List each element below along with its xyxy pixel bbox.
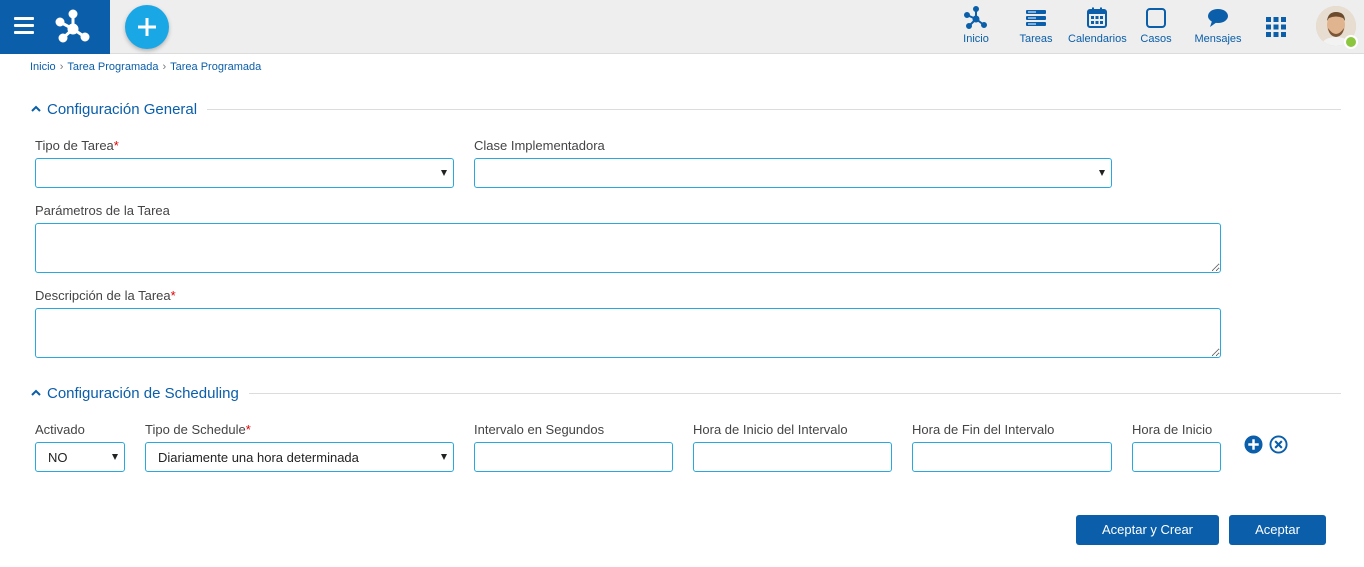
dropdown-arrow-icon [1099, 170, 1105, 176]
top-bar: Inicio Tareas Calendarios Casos Mensajes [0, 0, 1364, 54]
hora-fin-intervalo-input[interactable] [912, 442, 1112, 472]
parametros-textarea[interactable] [35, 223, 1221, 273]
nav-inicio-label: Inicio [963, 33, 989, 45]
tasks-icon [1026, 10, 1046, 26]
activado-value: NO [48, 450, 68, 465]
intervalo-input[interactable] [474, 442, 673, 472]
nav-tareas[interactable]: Tareas [1016, 6, 1056, 50]
plus-icon [138, 18, 156, 36]
scheduling-section-header: Configuración de Scheduling [30, 382, 1341, 404]
remove-circle-icon[interactable] [1269, 435, 1288, 454]
nav-calendarios[interactable]: Calendarios [1068, 6, 1127, 50]
general-section-header: Configuración General [30, 98, 1341, 120]
section-divider [207, 108, 1341, 110]
tipo-tarea-label: Tipo de Tarea* [35, 138, 119, 153]
brand-area [0, 0, 110, 54]
grid-icon[interactable] [1266, 17, 1286, 37]
breadcrumb-separator: › [162, 61, 167, 73]
intervalo-label: Intervalo en Segundos [474, 422, 605, 437]
breadcrumb-tarea-programada[interactable]: Tarea Programada [67, 61, 158, 73]
cases-icon [1146, 8, 1166, 28]
nav-mensajes-label: Mensajes [1194, 33, 1242, 45]
hora-inicio-label: Hora de Inicio [1132, 422, 1213, 437]
breadcrumb: Inicio › Tarea Programada › Tarea Programada [30, 61, 261, 73]
nav-inicio[interactable]: Inicio [956, 6, 996, 50]
dropdown-arrow-icon [441, 454, 447, 460]
calendar-icon [1087, 7, 1107, 28]
clase-implementadora-select[interactable] [474, 158, 1112, 188]
clase-implementadora-label: Clase Implementadora [474, 138, 605, 153]
chevron-up-icon[interactable] [30, 103, 42, 115]
accept-and-create-button[interactable]: Aceptar y Crear [1076, 515, 1219, 545]
add-new-button[interactable] [125, 5, 169, 49]
nav-casos-label: Casos [1140, 33, 1172, 45]
dropdown-arrow-icon [112, 454, 118, 460]
breadcrumb-separator: › [59, 61, 64, 73]
nav-casos[interactable]: Casos [1138, 6, 1174, 50]
hora-inicio-intervalo-input[interactable] [693, 442, 892, 472]
descripcion-label: Descripción de la Tarea* [35, 288, 176, 303]
breadcrumb-inicio[interactable]: Inicio [30, 61, 56, 73]
nav-mensajes[interactable]: Mensajes [1194, 6, 1242, 50]
add-circle-icon[interactable] [1244, 435, 1263, 454]
parametros-label: Parámetros de la Tarea [35, 203, 170, 218]
chevron-up-icon[interactable] [30, 387, 42, 399]
bizagi-logo[interactable] [55, 9, 91, 43]
process-icon [964, 6, 987, 29]
scheduling-section-title[interactable]: Configuración de Scheduling [47, 385, 239, 402]
breadcrumb-current[interactable]: Tarea Programada [170, 61, 261, 73]
general-section-title[interactable]: Configuración General [47, 101, 197, 118]
hora-inicio-input[interactable] [1132, 442, 1221, 472]
tipo-schedule-value: Diariamente una hora determinada [158, 450, 359, 465]
accept-button[interactable]: Aceptar [1229, 515, 1326, 545]
section-divider [248, 392, 1341, 394]
hora-inicio-intervalo-label: Hora de Inicio del Intervalo [693, 422, 848, 437]
tipo-schedule-select[interactable]: Diariamente una hora determinada [145, 442, 454, 472]
hamburger-menu-icon[interactable] [14, 17, 34, 35]
dropdown-arrow-icon [441, 170, 447, 176]
tipo-schedule-label: Tipo de Schedule* [145, 422, 251, 437]
descripcion-textarea[interactable] [35, 308, 1221, 358]
activado-label: Activado [35, 422, 85, 437]
online-status-badge [1344, 35, 1358, 49]
hora-fin-intervalo-label: Hora de Fin del Intervalo [912, 422, 1055, 437]
nav-tareas-label: Tareas [1019, 33, 1053, 45]
message-icon [1208, 9, 1228, 27]
tipo-tarea-select[interactable] [35, 158, 454, 188]
nav-calendarios-label: Calendarios [1068, 33, 1127, 45]
activado-select[interactable]: NO [35, 442, 125, 472]
